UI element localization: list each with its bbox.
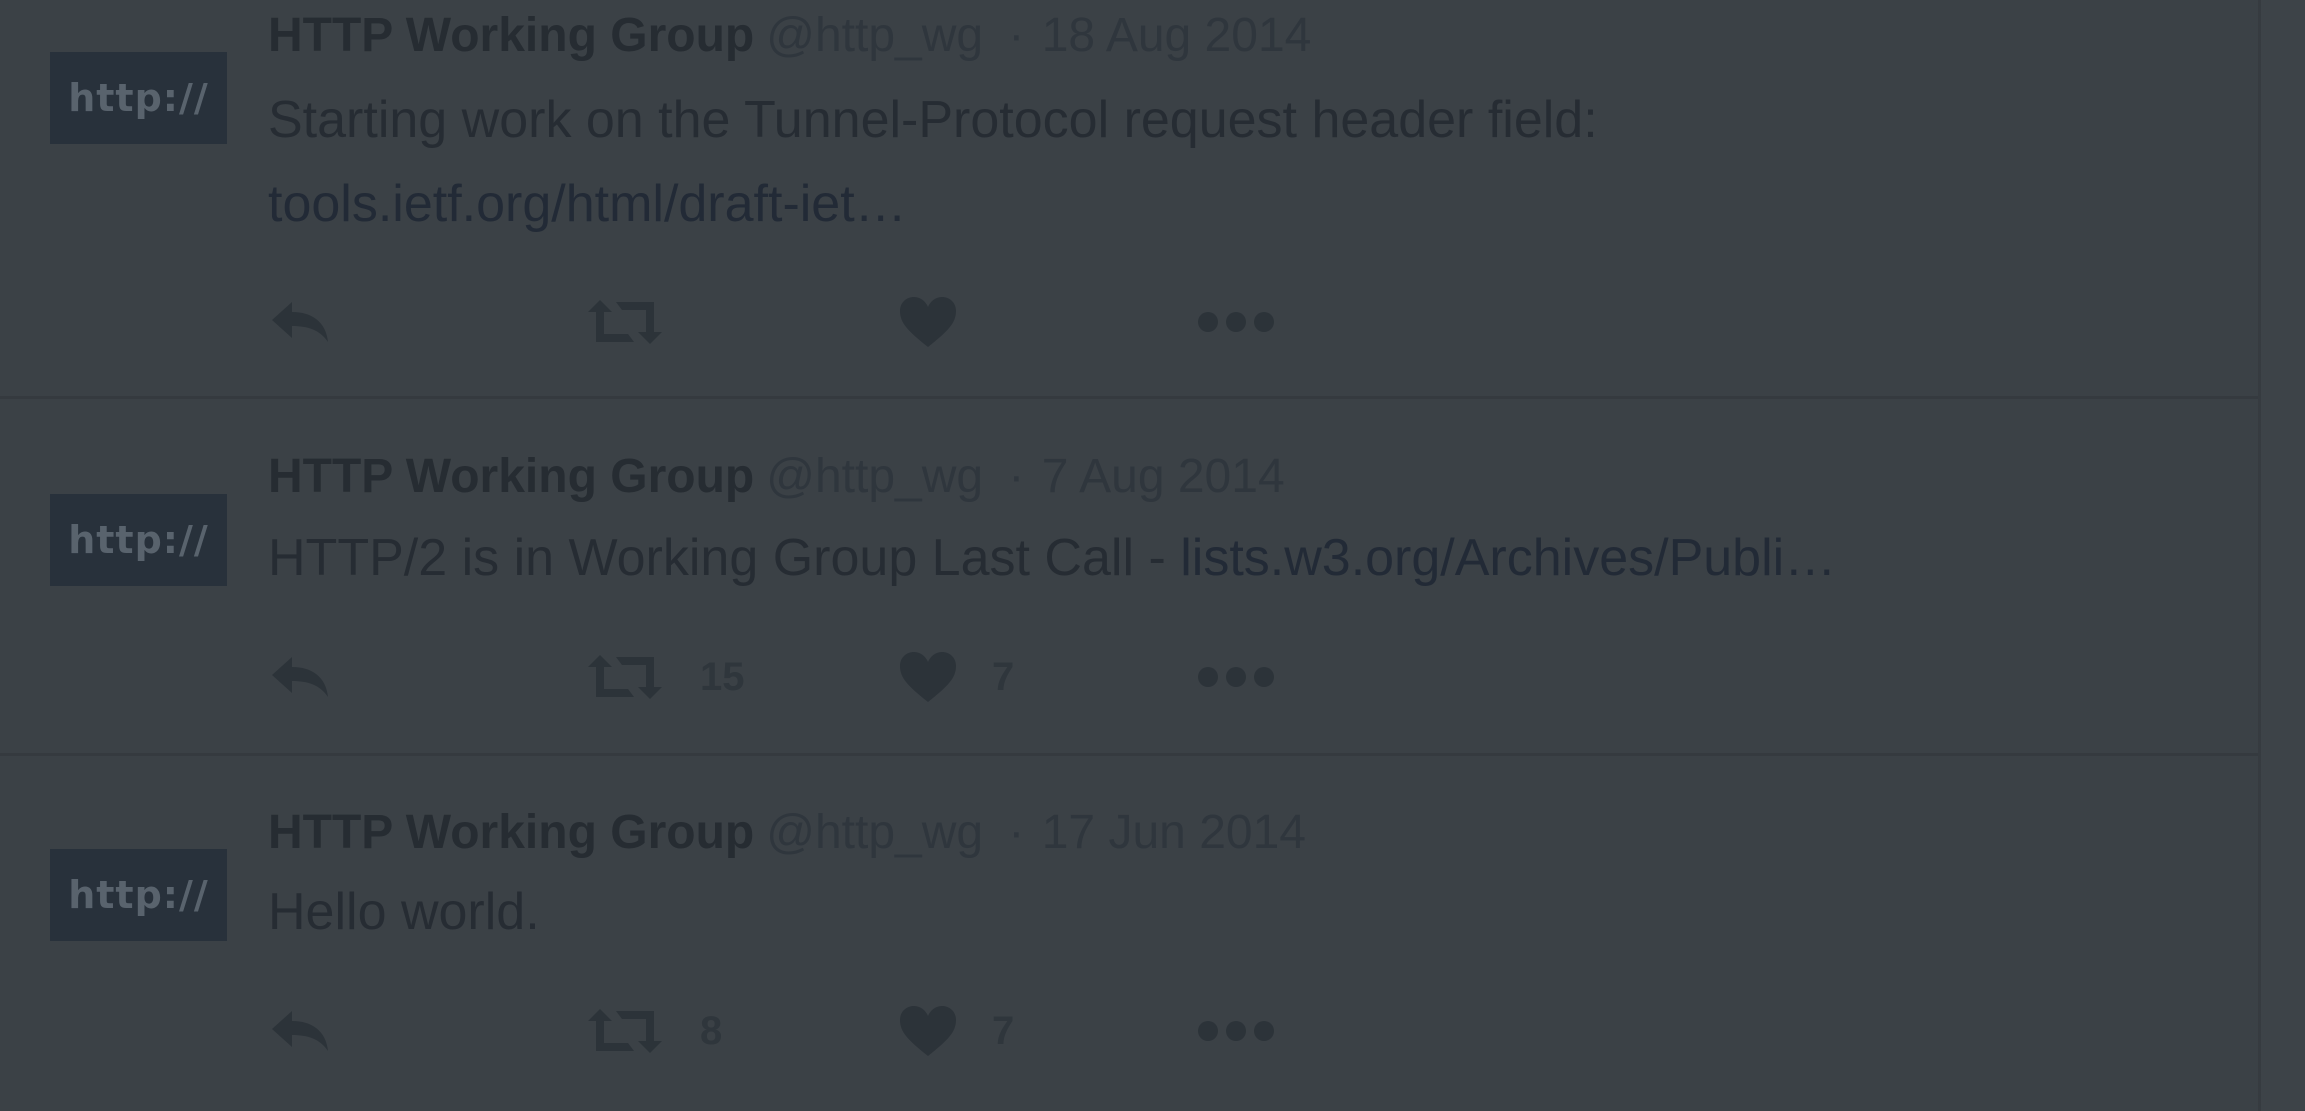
- like-button[interactable]: [898, 292, 992, 352]
- dimmed-timeline-screen: http:// HTTP Working Group @http_wg · 18 …: [0, 0, 2305, 1111]
- like-count: 7: [992, 654, 1015, 699]
- heart-icon: [900, 1006, 956, 1056]
- like-button[interactable]: 7: [898, 1001, 1014, 1061]
- tweet-date[interactable]: 7 Aug 2014: [1042, 450, 1285, 503]
- reply-button[interactable]: [268, 1001, 332, 1061]
- author-handle[interactable]: @http_wg: [766, 806, 983, 859]
- retweet-count: 8: [700, 1008, 723, 1053]
- tweet-text: HTTP/2 is in Working Group Last Call - l…: [268, 516, 1836, 600]
- reply-button[interactable]: [268, 292, 332, 352]
- tweet-text-line-1: Starting work on the Tunnel-Protocol req…: [268, 91, 1598, 149]
- more-icon: [1198, 312, 1274, 332]
- retweet-button[interactable]: 8: [584, 1001, 722, 1061]
- like-button[interactable]: 7: [898, 647, 1014, 707]
- more-button[interactable]: [1196, 1001, 1276, 1061]
- author-name[interactable]: HTTP Working Group: [268, 806, 754, 859]
- reply-icon: [272, 657, 328, 697]
- tweet-header: HTTP Working Group @http_wg · 18 Aug 2014: [268, 8, 1311, 64]
- tweet-actions: 15 7: [268, 647, 1468, 707]
- more-button[interactable]: [1196, 647, 1276, 707]
- tweet-text-body: HTTP/2 is in Working Group Last Call -: [268, 529, 1181, 587]
- separator-dot: ·: [1008, 450, 1025, 503]
- tweet-link[interactable]: lists.w3.org/Archives/Publi…: [1180, 529, 1836, 587]
- tweet-date[interactable]: 18 Aug 2014: [1042, 9, 1312, 62]
- author-handle[interactable]: @http_wg: [766, 450, 983, 503]
- heart-icon: [900, 652, 956, 702]
- more-icon: [1198, 1021, 1274, 1041]
- reply-icon: [272, 302, 328, 342]
- tweet-text: Hello world.: [268, 883, 540, 941]
- heart-icon: [900, 297, 956, 347]
- avatar[interactable]: http://: [50, 52, 227, 144]
- separator-dot: ·: [1008, 806, 1025, 859]
- tweet-header: HTTP Working Group @http_wg · 17 Jun 2014: [268, 805, 1306, 861]
- retweet-button[interactable]: 15: [584, 647, 745, 707]
- avatar[interactable]: http://: [50, 849, 227, 941]
- tweet-date[interactable]: 17 Jun 2014: [1042, 806, 1306, 859]
- separator-dot: ·: [1008, 9, 1025, 62]
- tweet-actions: [268, 292, 1468, 352]
- tweet-item[interactable]: http:// HTTP Working Group @http_wg · 18 …: [0, 0, 2258, 399]
- retweet-icon: [588, 1009, 662, 1053]
- tweet-item[interactable]: http:// HTTP Working Group @http_wg · 17 …: [0, 756, 2258, 1111]
- reply-button[interactable]: [268, 647, 332, 707]
- author-handle[interactable]: @http_wg: [766, 9, 983, 62]
- retweet-count: 15: [700, 654, 745, 699]
- more-button[interactable]: [1196, 292, 1276, 352]
- tweet-item[interactable]: http:// HTTP Working Group @http_wg · 7 A…: [0, 399, 2258, 756]
- more-icon: [1198, 667, 1274, 687]
- tweet-link[interactable]: tools.ietf.org/html/draft-iet…: [268, 162, 907, 246]
- right-gutter: [2261, 0, 2305, 1111]
- like-count: 7: [992, 1008, 1015, 1053]
- timeline: http:// HTTP Working Group @http_wg · 18 …: [0, 0, 2261, 1111]
- author-name[interactable]: HTTP Working Group: [268, 9, 754, 62]
- retweet-icon: [588, 655, 662, 699]
- author-name[interactable]: HTTP Working Group: [268, 450, 754, 503]
- tweet-actions: 8 7: [268, 1001, 1468, 1061]
- tweet-header: HTTP Working Group @http_wg · 7 Aug 2014: [268, 449, 1285, 505]
- retweet-icon: [588, 300, 662, 344]
- avatar[interactable]: http://: [50, 494, 227, 586]
- retweet-button[interactable]: [584, 292, 700, 352]
- reply-icon: [272, 1011, 328, 1051]
